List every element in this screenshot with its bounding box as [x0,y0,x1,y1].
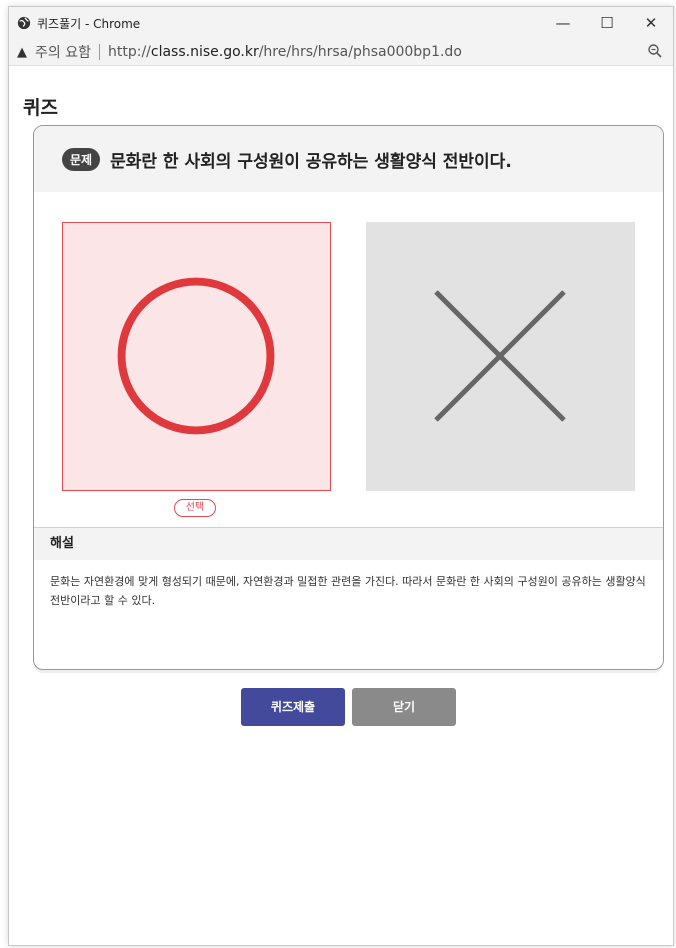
question-bar: 문제 문화란 한 사회의 구성원이 공유하는 생활양식 전반이다. [34,126,663,192]
address-bar[interactable]: ▲ 주의 요함 http://class.nise.go.kr/hre/hrs/… [9,39,673,66]
o-option[interactable] [62,222,331,491]
x-option[interactable] [366,222,635,491]
circle-o-icon [117,277,275,435]
minimize-button[interactable]: — [541,7,585,39]
close-button[interactable]: 닫기 [352,688,456,726]
zoom-icon[interactable] [647,43,663,59]
maximize-button[interactable]: ☐ [585,7,629,39]
window-controls: — ☐ ✕ [541,7,673,39]
submit-quiz-button[interactable]: 퀴즈제출 [241,688,345,726]
security-warning-text[interactable]: 주의 요함 [35,42,91,62]
explanation-heading: 해설 [34,527,663,560]
url-prefix: http:// [107,44,151,60]
url-text[interactable]: http://class.nise.go.kr/hre/hrs/hrsa/phs… [108,44,462,60]
question-badge: 문제 [62,147,101,171]
explanation-text: 문화는 자연환경에 맞게 형성되기 때문에, 자연환경과 밀접한 관련을 가진다… [50,575,646,607]
question-text: 문화란 한 사회의 구성원이 공유하는 생활양식 전반이다. [110,151,512,172]
quiz-card: 문제 문화란 한 사회의 구성원이 공유하는 생활양식 전반이다. 선택 해설 … [33,125,664,670]
warning-icon[interactable]: ▲ [17,45,27,60]
page-title: 퀴즈 [23,97,58,119]
title-bar: 퀴즈풀기 - Chrome — ☐ ✕ [9,7,673,39]
selected-badge: 선택 [174,499,216,517]
address-separator [98,44,100,60]
browser-window: 퀴즈풀기 - Chrome — ☐ ✕ ▲ 주의 요함 http://class… [8,6,674,946]
window-title: 퀴즈풀기 - Chrome [37,16,141,31]
url-host: class.nise.go.kr [150,44,259,60]
url-path: /hre/hrs/hrsa/phsa000bp1.do [258,44,462,60]
x-mark-icon [434,290,566,422]
globe-icon [17,16,31,30]
close-window-button[interactable]: ✕ [629,7,673,39]
